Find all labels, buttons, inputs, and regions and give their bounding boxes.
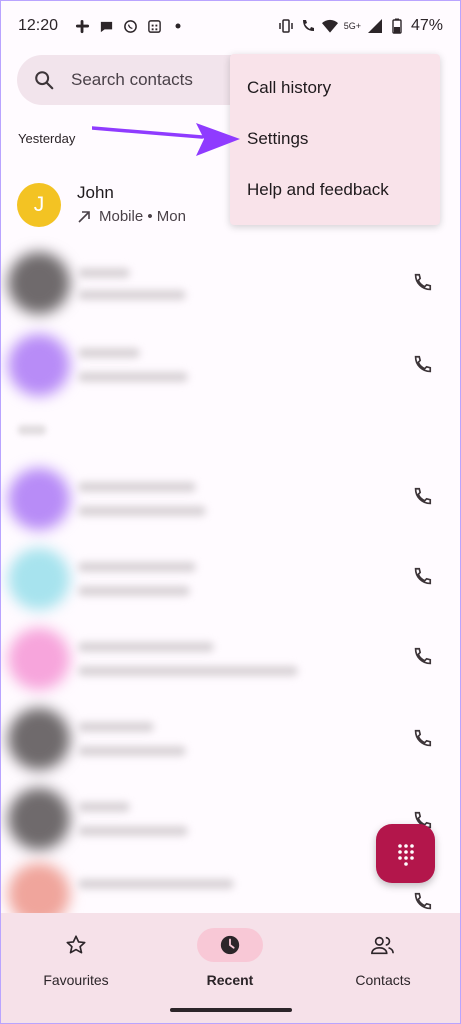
wifi-calling-icon	[300, 18, 316, 34]
calendar-icon	[146, 18, 162, 34]
phone-icon[interactable]	[411, 486, 433, 508]
home-indicator[interactable]	[170, 1008, 292, 1012]
phone-icon[interactable]	[411, 272, 433, 294]
call-log-row-blurred[interactable]	[0, 460, 461, 540]
avatar	[8, 788, 70, 850]
menu-item-call-history[interactable]: Call history	[230, 62, 440, 113]
battery-level: 47%	[410, 17, 443, 34]
nav-label: Recent	[206, 972, 254, 988]
vibrate-icon	[278, 18, 294, 34]
wifi-icon	[321, 18, 338, 34]
contact-name: John	[77, 183, 114, 202]
clock-icon	[220, 935, 240, 955]
call-detail-text: Mobile • Mon	[99, 208, 186, 225]
nav-favourites[interactable]: Favourites	[11, 928, 141, 988]
phone-icon[interactable]	[411, 646, 433, 668]
status-bar: 12:20 5G+ 47%	[0, 0, 461, 52]
avatar	[8, 708, 70, 770]
outgoing-call-icon	[78, 210, 90, 223]
network-type: 5G+	[343, 21, 361, 31]
phone-icon[interactable]	[411, 891, 433, 913]
nav-contacts[interactable]: Contacts	[318, 928, 448, 988]
avatar	[8, 334, 70, 396]
avatar	[8, 252, 70, 314]
call-log-row-blurred[interactable]	[0, 540, 461, 620]
battery-icon	[389, 18, 405, 34]
signal-icon	[367, 18, 383, 34]
phone-icon[interactable]	[411, 728, 433, 750]
avatar	[8, 548, 70, 610]
call-log-row-blurred[interactable]	[0, 620, 461, 700]
nav-label: Contacts	[355, 972, 411, 988]
nav-label: Favourites	[43, 972, 109, 988]
chat-icon	[98, 18, 114, 34]
dialpad-icon	[397, 843, 414, 866]
phone-icon[interactable]	[411, 354, 433, 376]
call-log-row-blurred[interactable]	[0, 326, 461, 406]
section-label-yesterday: Yesterday	[18, 131, 76, 146]
people-icon	[371, 936, 394, 955]
date-label-blurred	[18, 425, 46, 435]
search-placeholder: Search contacts	[71, 70, 193, 89]
overflow-menu: Call history Settings Help and feedback	[230, 54, 440, 225]
dialpad-button[interactable]	[376, 824, 435, 883]
call-log-row-blurred[interactable]	[0, 700, 461, 780]
whatsapp-icon	[122, 18, 138, 34]
phone-icon[interactable]	[411, 566, 433, 588]
avatar	[8, 628, 70, 690]
menu-item-help-feedback[interactable]: Help and feedback	[230, 164, 440, 215]
nav-recent[interactable]: Recent	[165, 928, 295, 988]
status-right: 5G+ 47%	[278, 17, 443, 35]
avatar: J	[17, 183, 61, 227]
annotation-arrow-icon	[92, 123, 240, 156]
menu-item-settings[interactable]: Settings	[230, 113, 440, 164]
search-icon	[35, 71, 54, 90]
slack-icon	[74, 18, 90, 34]
dot-icon	[170, 18, 186, 34]
star-icon	[66, 935, 86, 954]
call-detail: Mobile • Mon	[77, 208, 186, 225]
status-time: 12:20	[18, 17, 59, 34]
avatar	[8, 468, 70, 530]
call-log-row-blurred[interactable]	[0, 244, 461, 324]
